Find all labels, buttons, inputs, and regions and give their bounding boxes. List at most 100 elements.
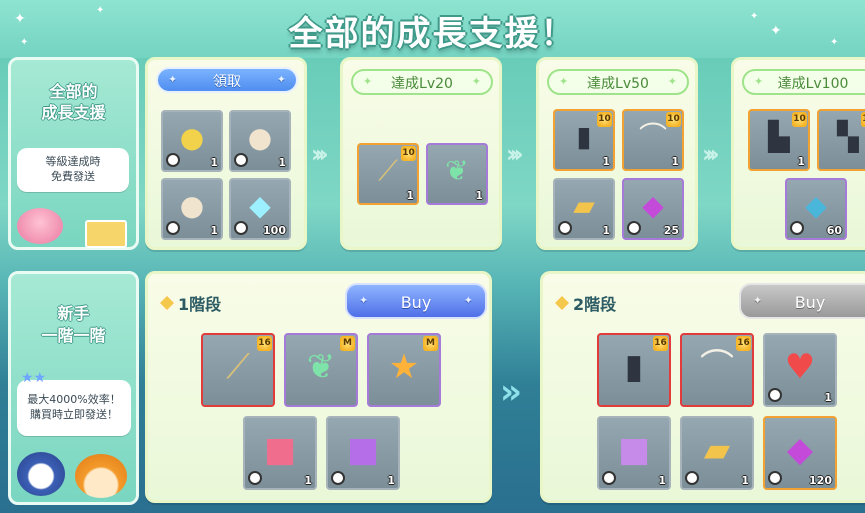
armored-boot-icon: ▙ bbox=[768, 120, 790, 154]
reward-slot[interactable]: ■ 1 bbox=[597, 416, 671, 490]
item-qty: 1 bbox=[824, 391, 832, 404]
reward-slot[interactable]: 10 ⌒ 1 bbox=[622, 109, 684, 171]
item-qty: 1 bbox=[741, 474, 749, 487]
enhance-badge: 10 bbox=[792, 112, 807, 127]
clock-icon bbox=[558, 221, 572, 235]
item-qty: 1 bbox=[797, 155, 805, 168]
red-flower-sprout-icon: ● bbox=[179, 189, 205, 223]
reward-slot[interactable]: ■ 1 bbox=[326, 416, 400, 490]
enhance-badge: M bbox=[423, 336, 438, 351]
clock-icon bbox=[602, 471, 616, 485]
reward-slot[interactable]: ❦ 1 bbox=[426, 143, 488, 205]
sparkle-icon: ✦ bbox=[96, 5, 105, 16]
enhance-badge: 16 bbox=[653, 336, 668, 351]
reward-slot[interactable]: 10 ⟋ 1 bbox=[357, 143, 419, 205]
reward-slot[interactable]: ■ 1 bbox=[243, 416, 317, 490]
reward-slot[interactable]: ◆ 100 bbox=[229, 178, 291, 240]
reward-slot[interactable]: 16 ▮ bbox=[597, 333, 671, 407]
sparkle-icon: ✦ bbox=[463, 294, 473, 307]
reward-slot[interactable]: ♥ 1 bbox=[763, 333, 837, 407]
item-qty: 1 bbox=[278, 156, 286, 169]
pink-mascot-icon bbox=[17, 208, 63, 244]
armored-glove-icon: ▚ bbox=[837, 120, 859, 154]
dark-armor-icon: ▮ bbox=[624, 346, 644, 387]
enhance-badge: 10 bbox=[597, 112, 612, 127]
dark-armor-icon: ▮ bbox=[576, 120, 592, 154]
item-qty: 120 bbox=[809, 474, 832, 487]
tier-panel-1: 1階段 ✦ Buy ✦ 16 ⟋ M ❦ M ★ ■ 1 ■ 1 bbox=[145, 271, 492, 503]
reward-slot[interactable]: 10 ▚ bbox=[817, 109, 865, 171]
gift-box-icon: ■ bbox=[263, 429, 297, 470]
clock-icon bbox=[331, 471, 345, 485]
buy-label: Buy bbox=[400, 293, 432, 312]
reward-slot[interactable]: ● 1 bbox=[161, 178, 223, 240]
enhance-badge: 10 bbox=[861, 112, 865, 127]
page-title: 全部的成長支援！ bbox=[288, 14, 577, 54]
purple-sprout-icon: ● bbox=[179, 121, 205, 155]
milestone-label-lv50: ✦ 達成Lv50 ✦ bbox=[547, 69, 689, 95]
clock-icon bbox=[768, 471, 782, 485]
reward-slot[interactable]: M ★ bbox=[367, 333, 441, 407]
crystal-stump-icon: ◆ bbox=[249, 189, 271, 223]
clock-icon bbox=[234, 153, 248, 167]
claim-label: 領取 bbox=[213, 74, 241, 90]
clock-icon bbox=[248, 471, 262, 485]
reward-slot[interactable]: ◆ 120 bbox=[763, 416, 837, 490]
item-qty: 60 bbox=[826, 224, 842, 237]
sparkle-icon: ✦ bbox=[750, 11, 759, 22]
growth-bubble-line1: 等級達成時 bbox=[45, 155, 101, 168]
sparkle-icon: ✦ bbox=[276, 73, 286, 86]
star-icon: ★★ bbox=[21, 370, 47, 386]
reward-slot[interactable]: ● 1 bbox=[161, 110, 223, 172]
reward-slot[interactable]: 10 ▮ 1 bbox=[553, 109, 615, 171]
gem-pouch-icon: ◆ bbox=[786, 429, 814, 470]
reward-slot[interactable]: ● 1 bbox=[229, 110, 291, 172]
gold-ticket-icon: ▰ bbox=[573, 189, 595, 223]
chevron-right-icon: ››› bbox=[506, 140, 524, 168]
mushroom-mascot-icon bbox=[75, 454, 127, 498]
staff-weapon-icon: ⟋ bbox=[226, 346, 250, 387]
buy-button-tier2[interactable]: ✦ Buy bbox=[739, 283, 865, 319]
reward-slot[interactable]: 16 ⌒ bbox=[680, 333, 754, 407]
sparkle-icon: ✦ bbox=[754, 75, 764, 88]
gold-ticket-icon: ▰ bbox=[703, 429, 731, 470]
novice-bubble-line1: 最大4000%效率！ bbox=[27, 393, 121, 406]
reward-slot[interactable]: ▰ 1 bbox=[553, 178, 615, 240]
tier-panel-2: 2階段 ✦ Buy 16 ▮ 16 ⌒ ♥ 1 ■ 1 ▰ 1 ◆ 120 bbox=[540, 271, 865, 503]
clock-icon bbox=[234, 221, 248, 235]
item-qty: 1 bbox=[602, 155, 610, 168]
lucky-box-icon: ■ bbox=[346, 429, 380, 470]
milestone-text: 達成Lv20 bbox=[391, 76, 453, 92]
tier-label-1: 1階段 bbox=[178, 295, 222, 314]
reward-slot[interactable]: ◆ 60 bbox=[785, 178, 847, 240]
winged-cape-icon: ⌒ bbox=[638, 120, 668, 154]
item-qty: 1 bbox=[210, 224, 218, 237]
item-qty: 1 bbox=[210, 156, 218, 169]
novice-side-panel: 新手 一階一階 最大4000%效率！ 購買時立即發送！ ★★ bbox=[8, 271, 139, 505]
growth-side-title-line2: 成長支援 bbox=[41, 103, 106, 122]
tier-label-2: 2階段 bbox=[573, 295, 617, 314]
diamond-icon bbox=[158, 294, 176, 312]
reward-slot[interactable]: ◆ 25 bbox=[622, 178, 684, 240]
item-qty: 1 bbox=[658, 474, 666, 487]
item-qty: 1 bbox=[671, 155, 679, 168]
potion-icon: ♥ bbox=[784, 346, 816, 387]
green-leaf-icon: ❦ bbox=[306, 346, 336, 387]
item-qty: 100 bbox=[263, 224, 286, 237]
gem-pouch-icon: ◆ bbox=[642, 189, 664, 223]
sparkle-icon: ✦ bbox=[830, 37, 839, 48]
clock-icon bbox=[627, 221, 641, 235]
blue-gem-pouch-icon: ◆ bbox=[805, 189, 827, 223]
milestone-panel-lv20: ✦ 達成Lv20 ✦ 10 ⟋ 1 ❦ 1 bbox=[340, 57, 502, 250]
milestone-label-lv20: ✦ 達成Lv20 ✦ bbox=[351, 69, 493, 95]
reward-slot[interactable]: 16 ⟋ bbox=[201, 333, 275, 407]
buy-button-tier1[interactable]: ✦ Buy ✦ bbox=[345, 283, 487, 319]
novice-side-title-line2: 一階一階 bbox=[41, 326, 106, 345]
reward-slot[interactable]: ▰ 1 bbox=[680, 416, 754, 490]
reward-slot[interactable]: 10 ▙ 1 bbox=[748, 109, 810, 171]
clock-icon bbox=[166, 221, 180, 235]
reward-slot[interactable]: M ❦ bbox=[284, 333, 358, 407]
milestone-text: 達成Lv50 bbox=[587, 76, 649, 92]
star-ring-icon: ★ bbox=[388, 346, 420, 387]
claim-button[interactable]: ✦ 領取 ✦ bbox=[156, 67, 298, 93]
